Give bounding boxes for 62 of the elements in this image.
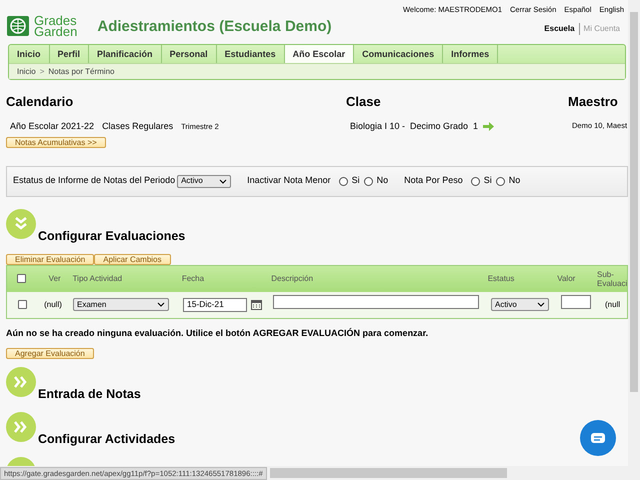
radio-button[interactable] [496,176,505,186]
course-text: Biologia I 10 - Decimo Grado 1 [350,120,478,133]
breadcrumb-separator: > [40,66,44,78]
scrollbar-thumb[interactable] [270,468,507,478]
filter-label: Estatus de Informe de Notas del Periodo [13,174,176,188]
section-toggle[interactable] [6,412,36,442]
class-type: Clases Regulares [102,120,174,133]
section-heading: Clase [346,93,382,111]
chat-icon [590,432,606,444]
radio-label: No [376,174,388,188]
logo-icon [6,15,30,37]
radio-button[interactable] [470,176,480,186]
section-heading: Maestro [568,93,619,111]
radio-label: No [508,174,520,188]
breadcrumb-current: Notas por Término [48,66,114,78]
date-field[interactable]: 15-Dic-21 [183,298,247,312]
breadcrumb-link[interactable]: Inicio [17,66,36,78]
column-header: Sub- Evaluaci [596,270,627,288]
action-button[interactable]: Eliminar Evaluación [6,254,94,264]
calendar-icon[interactable] [251,299,262,310]
cumulative-grades-button[interactable]: Notas Acumulativas >> [6,137,106,148]
view-link[interactable]: Escuela [540,23,579,36]
filter-label: Nota Por Peso [404,174,463,188]
section-title: Configurar Evaluaciones [38,228,186,245]
scrollbar-thumb[interactable] [630,12,638,392]
checkbox[interactable] [17,274,26,283]
filter-label: Inactivar Nota Menor [247,174,331,188]
column-header: Tipo Actividad [72,272,124,284]
column-header: Ver [48,272,62,284]
column-header: Valor [556,272,576,284]
section-title: Configurar Actividades [38,430,176,448]
section-title: Entrada de Notas [38,386,141,402]
school-year: Año Escolar 2021-22 [10,120,94,132]
caret-icon [537,302,545,308]
app-title: Adiestramientos (Escuela Demo) [97,17,332,37]
column-header: Fecha [180,272,206,284]
chat-button[interactable] [580,420,616,456]
radio-label: Si [484,174,492,188]
caret-icon [157,302,165,308]
activity-type-select[interactable]: Examen [73,298,169,312]
caret-icon [219,178,228,184]
section-heading: Calendario [6,93,74,111]
logo-text: Garden [34,26,78,37]
status-select[interactable]: Activo [177,174,232,188]
radio-button[interactable] [338,176,348,186]
column-header: Descripción [270,272,314,284]
description-field[interactable] [273,295,479,310]
info-message: Aún no se ha creado ninguna evaluación. Utilice el botón AGREGAR EVALUACIÓN para comenzar. [6,326,430,340]
radio-label: Si [352,174,360,188]
status-select[interactable]: Activo [491,298,549,312]
action-button[interactable]: Aplicar Cambios [94,254,171,264]
radio-button[interactable] [364,176,373,186]
table-cell-text: (null [604,298,620,310]
table-cell-text: (null) [43,298,63,310]
section-toggle[interactable] [6,208,36,238]
section-toggle[interactable] [6,366,36,396]
value-field[interactable] [561,295,591,310]
column-header: Estatus [486,272,516,284]
nav-tab[interactable]: Año Escolar [284,45,354,63]
logo-text: Grades [34,15,78,26]
checkbox[interactable] [18,300,26,309]
add-evaluation-button[interactable]: Agregar Evaluación [6,348,94,359]
